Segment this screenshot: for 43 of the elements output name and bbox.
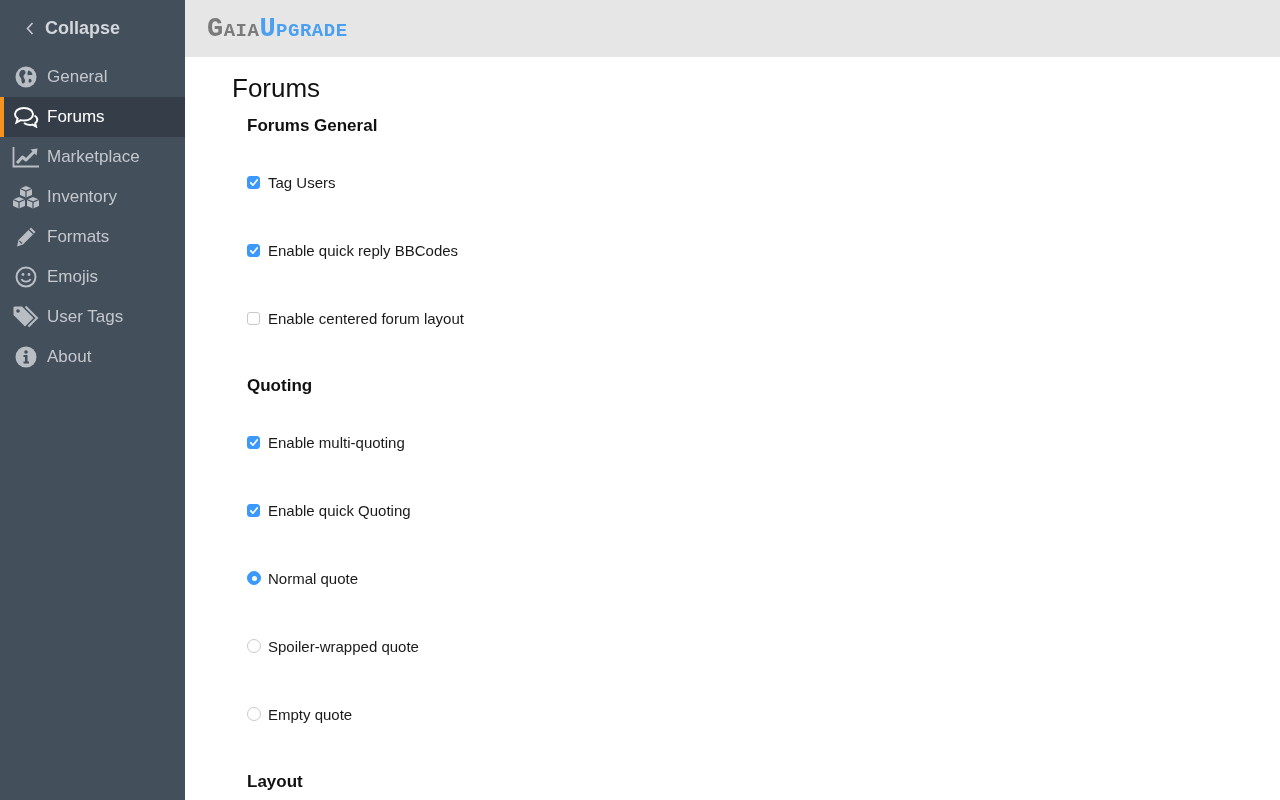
globe-icon — [14, 66, 37, 88]
option-label: Enable quick reply BBCodes — [268, 241, 459, 259]
section-heading: Quoting — [247, 375, 313, 397]
sidebar-item[interactable]: About — [0, 337, 185, 377]
smiley-icon — [14, 266, 37, 288]
sidebar-item[interactable]: Marketplace — [0, 137, 185, 177]
radio-button[interactable] — [247, 707, 261, 721]
option-label: Enable centered forum layout — [268, 309, 464, 327]
tag-icon — [11, 305, 40, 329]
sidebar-item[interactable]: User Tags — [0, 297, 185, 337]
option-label: Tag Users — [268, 173, 336, 191]
option-label: Empty quote — [268, 705, 353, 723]
sidebar-item[interactable]: Forums — [0, 97, 185, 137]
checkmark-icon — [249, 246, 258, 254]
checkbox[interactable] — [247, 311, 260, 325]
chevron-left-icon — [26, 21, 34, 35]
sidebar-item[interactable]: Inventory — [0, 177, 185, 217]
logo: GaiaUpgrade — [207, 14, 348, 43]
line-chart-icon — [11, 146, 40, 168]
checkmark-icon — [249, 506, 258, 514]
sidebar-item[interactable]: Formats — [0, 217, 185, 257]
radio-button[interactable] — [247, 639, 261, 653]
option-label: Spoiler-wrapped quote — [268, 637, 419, 655]
checkbox[interactable] — [247, 503, 260, 517]
checkbox[interactable] — [247, 435, 260, 449]
section-heading: Layout — [247, 771, 303, 793]
section-heading: Forums General — [247, 115, 378, 137]
checkbox[interactable] — [247, 243, 260, 257]
pencil-icon — [14, 226, 37, 248]
checkmark-icon — [249, 178, 258, 186]
page-title: Forums — [232, 72, 321, 104]
option-label: Enable quick Quoting — [268, 501, 411, 519]
collapse-button[interactable]: Collapse — [0, 0, 121, 56]
cubes-icon — [10, 185, 41, 209]
sidebar-item[interactable]: Emojis — [0, 257, 185, 297]
speech-bubbles-icon — [12, 106, 39, 128]
option-label: Normal quote — [268, 569, 359, 587]
option-label: Enable multi-quoting — [268, 433, 405, 451]
checkmark-icon — [249, 438, 258, 446]
checkbox[interactable] — [247, 175, 260, 189]
radio-button[interactable] — [247, 571, 261, 585]
sidebar-item[interactable]: General — [0, 57, 185, 97]
info-icon — [14, 346, 37, 368]
